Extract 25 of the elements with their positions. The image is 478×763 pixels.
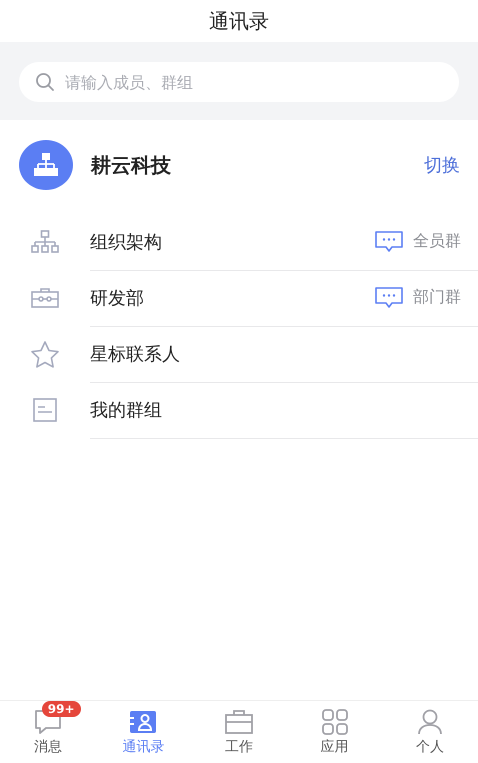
tab-item[interactable]: 工作 [191,701,287,763]
org-chart-icon [30,230,60,254]
switch-link[interactable]: 切换 [424,153,460,177]
grid-icon [322,708,348,734]
person-icon [417,708,444,734]
briefcase-icon [30,288,60,308]
company-name: 耕云科技 [91,152,172,178]
tab-item[interactable]: 通讯录 [96,701,192,763]
menu-item[interactable]: 星标联系人 [90,342,461,366]
menu-item[interactable]: 我的群组 [90,398,461,422]
organization-icon [19,140,73,190]
menu-item[interactable]: 研发部 [90,286,375,310]
unread-badge: 99+ [42,700,81,716]
briefcase-icon [224,710,253,734]
star-icon [30,340,60,368]
document-icon [30,398,60,422]
menu-item[interactable]: 组织架构 [90,230,375,254]
page-title: 通讯录 [209,8,269,34]
tab-item[interactable]: 99+ 消息 [0,701,96,763]
contacts-icon [129,710,158,734]
chat-bubble-icon [375,230,403,252]
tab-item[interactable]: 应用 [286,701,382,763]
chat-bubble-icon [375,286,403,308]
search-field[interactable]: 请输入成员、群组 [19,62,459,102]
tab-item[interactable]: 个人 [382,701,478,763]
